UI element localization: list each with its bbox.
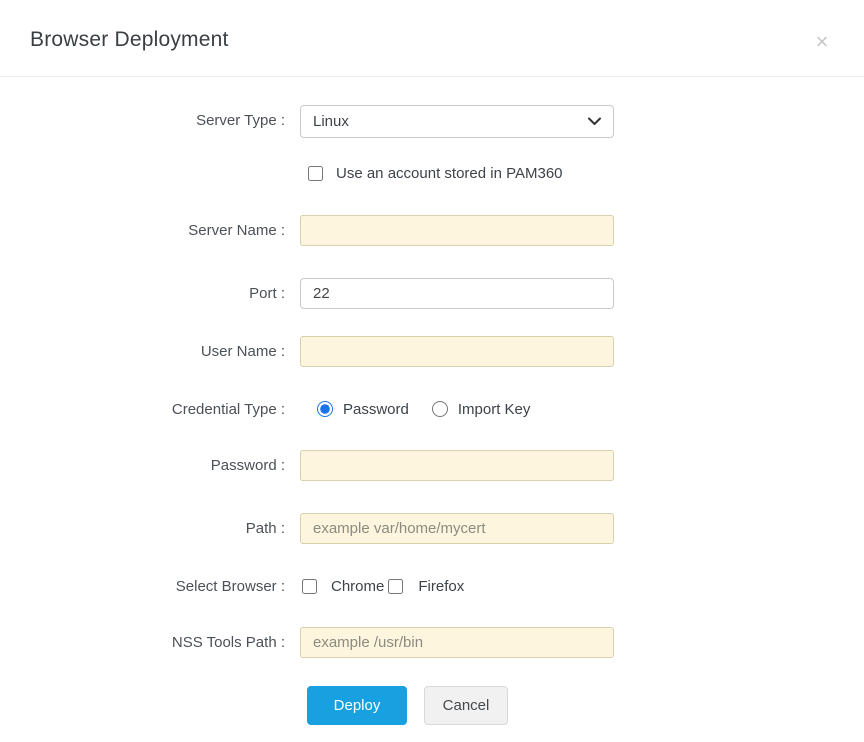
credential-importkey-label: Import Key [457,400,531,418]
user-name-input[interactable] [300,336,614,367]
server-type-label: Server Type : [196,112,285,129]
server-name-input[interactable] [300,215,614,246]
pam-account-row: Use an account stored in PAM360 [0,162,864,184]
port-label: Port : [249,285,285,302]
dialog-header: Browser Deployment × [0,0,864,77]
browser-firefox-label: Firefox [418,577,465,595]
password-label: Password : [210,457,285,474]
browser-chrome-label: Chrome [331,577,385,595]
path-input[interactable] [300,513,614,544]
server-type-row: Server Type : Linux [0,105,864,138]
credential-password-label: Password [343,400,409,418]
path-row: Path : [0,513,864,544]
server-type-select[interactable]: Linux [300,105,614,138]
credential-type-row: Credential Type : Password Import Key [0,398,864,420]
dialog-footer: Deploy Cancel [307,686,508,725]
chevron-down-icon [588,117,601,126]
credential-password-radio[interactable] [317,401,333,417]
server-name-row: Server Name : [0,215,864,246]
port-input[interactable] [300,278,614,309]
credential-type-label: Credential Type : [171,400,285,418]
cancel-button[interactable]: Cancel [424,686,508,725]
nss-tools-path-row: NSS Tools Path : [0,627,864,658]
select-browser-row: Select Browser : Chrome Firefox [0,575,864,597]
browser-firefox-checkbox[interactable] [388,578,404,594]
browser-deployment-dialog: Browser Deployment × Server Type : Linux… [0,0,864,742]
user-name-row: User Name : [0,336,864,367]
password-row: Password : [0,450,864,481]
dialog-title: Browser Deployment [30,28,229,51]
credential-importkey-radio[interactable] [431,401,448,417]
deploy-button[interactable]: Deploy [307,686,407,725]
close-icon[interactable]: × [808,28,836,56]
select-browser-label: Select Browser : [175,577,285,595]
password-input[interactable] [300,450,614,481]
server-type-selected-value: Linux [313,113,349,130]
nss-tools-path-input[interactable] [300,627,614,658]
server-name-label: Server Name : [188,222,285,239]
user-name-label: User Name : [200,343,285,360]
path-label: Path : [245,520,285,537]
pam-account-label: Use an account stored in PAM360 [336,164,563,182]
nss-tools-path-label: NSS Tools Path : [171,634,285,651]
browser-chrome-checkbox[interactable] [302,578,317,594]
port-row: Port : [0,278,864,309]
pam-account-checkbox[interactable] [308,165,323,181]
